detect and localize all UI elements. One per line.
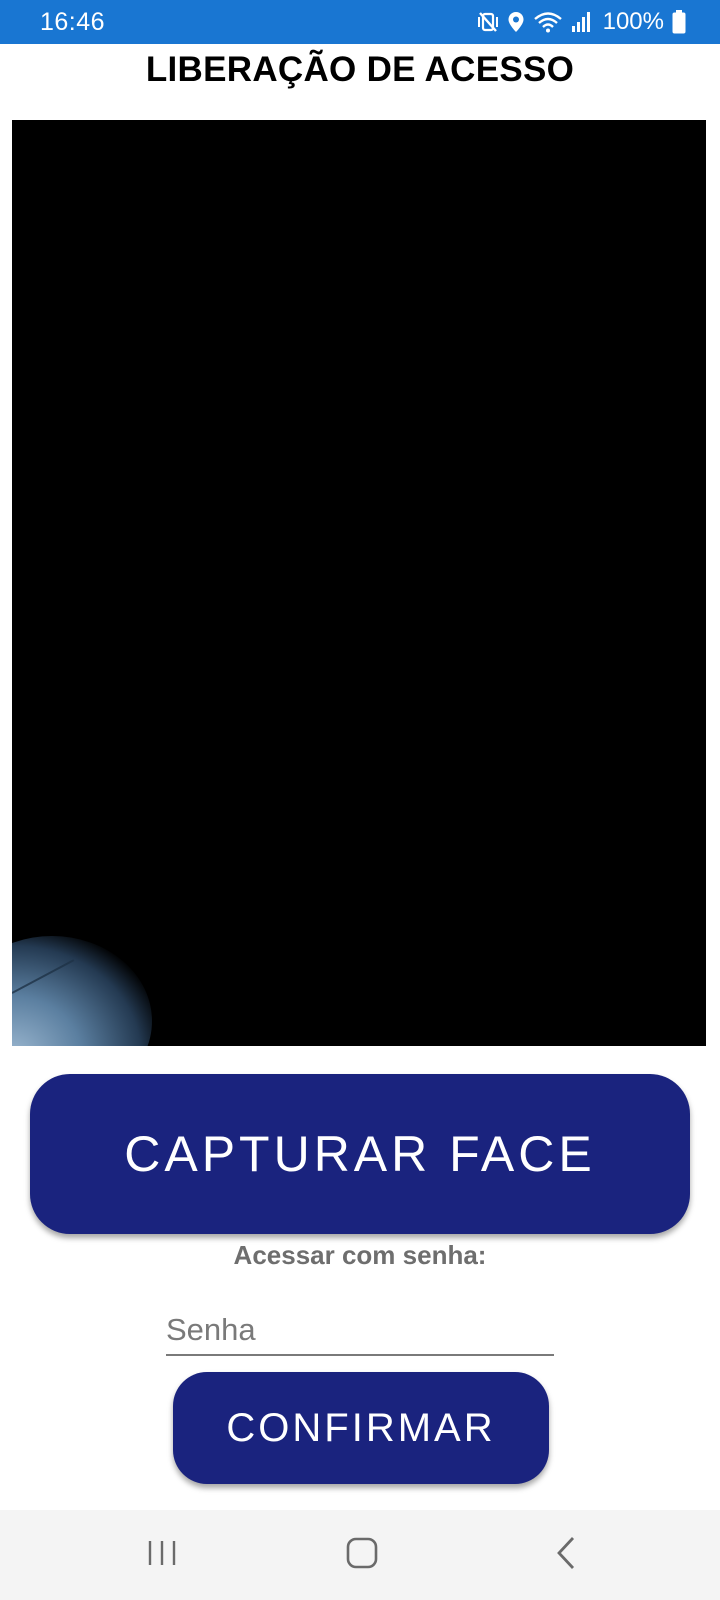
status-bar: 16:46 100% — [0, 0, 720, 44]
back-button[interactable] — [506, 1510, 626, 1600]
camera-preview — [12, 120, 706, 1046]
signal-icon — [571, 11, 591, 33]
navigation-bar — [0, 1510, 720, 1600]
battery-icon — [672, 10, 686, 34]
camera-light-glare — [12, 936, 152, 1046]
location-icon — [507, 11, 525, 33]
page-title: LIBERAÇÃO DE ACESSO — [145, 50, 575, 89]
mute-vibrate-icon — [477, 11, 499, 33]
password-input[interactable] — [166, 1306, 554, 1356]
capture-face-button[interactable]: CAPTURAR FACE — [30, 1074, 690, 1234]
recents-button[interactable] — [102, 1510, 222, 1600]
wifi-icon — [533, 11, 563, 33]
status-icons: 100% — [477, 8, 686, 36]
status-time: 16:46 — [40, 7, 106, 36]
back-icon — [554, 1535, 578, 1576]
home-button[interactable] — [302, 1510, 422, 1600]
password-label: Acessar com senha: — [233, 1240, 487, 1270]
app-screen: 16:46 100% LIBERAÇÃO DE ACESSO CAPTURAR … — [0, 0, 720, 1600]
recents-icon — [146, 1538, 178, 1573]
home-icon — [346, 1537, 378, 1574]
confirm-button[interactable]: CONFIRMAR — [173, 1372, 549, 1484]
battery-percentage: 100% — [602, 8, 664, 35]
